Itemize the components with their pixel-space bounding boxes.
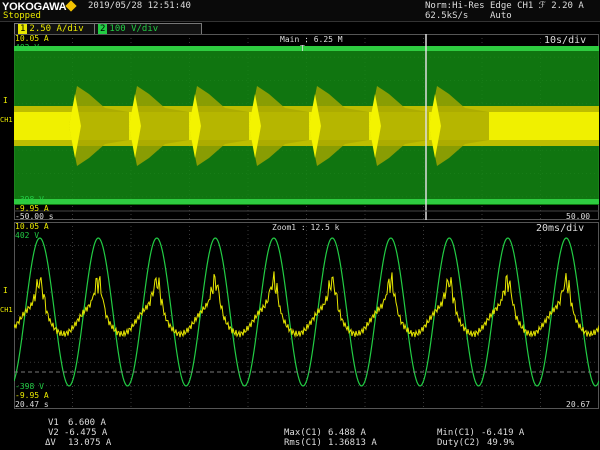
cursor-v1-value: 6.600 A [68, 418, 106, 428]
main-waveform-panel[interactable]: Main : 6.25 M 10s/div 10.05 A 402 V -398… [14, 34, 599, 220]
main-ch2-top: 402 V [15, 43, 40, 52]
measurement-area: V1 6.600 A V2 -6.475 A ΔV 13.075 A Max(C… [0, 410, 600, 450]
max-value: 6.488 A [328, 428, 366, 438]
min-value: -6.419 A [481, 428, 525, 438]
acq-mode: Norm:Hi-Res [425, 1, 485, 11]
zoom-ground-marker: I [3, 286, 8, 295]
min-label: Min(C1) [437, 428, 475, 438]
zoom-ch1-top: 10.05 A [15, 222, 49, 231]
main-timebase: 10s/div [544, 35, 587, 46]
header-divider [0, 21, 600, 22]
zoom-ch2-bottom: -398 V [15, 382, 44, 391]
zoom-waveform-plot [14, 222, 599, 409]
main-time-left: -50.00 s [15, 212, 54, 220]
cursor-dv-value: 13.075 A [68, 438, 112, 448]
cursor-v2-label: V2 [48, 428, 59, 438]
zoom-timebase: 20ms/div [536, 223, 585, 234]
duty-value: 49.9% [487, 438, 515, 448]
zoom-waveform-panel[interactable]: Zoom1 : 12.5 k 20ms/div 10.05 A 402 V -3… [14, 222, 599, 409]
status-header: YOKOGAWA Stopped 2019/05/28 12:51:40 Nor… [0, 0, 600, 22]
ch2-envelope-bottom [14, 199, 599, 204]
brand-diamond-icon [65, 0, 77, 12]
ch2-scale-suffix: /div [136, 24, 159, 34]
zoom-time-right: 20.67 s [566, 400, 591, 409]
zoom-ch2-top: 402 V [15, 231, 40, 240]
acquisition-status: Stopped [3, 11, 41, 21]
datetime: 2019/05/28 12:51:40 [88, 1, 191, 11]
main-time-right: 50.00 s [566, 212, 591, 220]
trigger-setting[interactable]: Edge CH1 ℱ 2.20 A [490, 1, 584, 11]
ch1-number: 1 [18, 24, 28, 34]
duty-label: Duty(C2) [437, 438, 481, 448]
zoom-title: Zoom1 : 12.5 k [272, 223, 340, 232]
main-title: Main : 6.25 M [280, 35, 343, 44]
main-waveform-plot [14, 34, 599, 220]
cursor-dv-label: ΔV [45, 438, 56, 448]
zoom-ch1-marker: CH1 [0, 306, 13, 314]
cursor-v1-label: V1 [48, 418, 59, 428]
main-ch1-marker: CH1 [0, 116, 13, 124]
zoom-ch1-bottom: -9.95 A [15, 391, 49, 400]
ch2-envelope-top [14, 46, 599, 51]
cursor-v2-value: -6.475 A [64, 428, 108, 438]
main-ch1-top: 10.05 A [15, 34, 49, 43]
rms-label: Rms(C1) [284, 438, 322, 448]
channel-bar: 1 2.50 A/div 2 100 V/div [14, 23, 204, 35]
trigger-mode[interactable]: Auto [490, 11, 512, 21]
rms-value: 1.36813 A [328, 438, 377, 448]
ch1-scale-suffix: /div [61, 24, 84, 34]
zoom-time-left: 20.47 s [15, 400, 49, 409]
ch2-sine-trace [14, 237, 599, 387]
ch2-number: 2 [98, 24, 108, 34]
main-ch2-bottom: -398 V [15, 195, 44, 204]
ch2-scale: 100 V [109, 24, 137, 34]
trigger-position-marker: T [300, 44, 305, 53]
ch1-current-trace [14, 271, 599, 338]
sample-rate: 62.5kS/s [425, 11, 469, 21]
main-ground-marker: I [3, 96, 8, 105]
ch1-scale: 2.50 A [29, 24, 62, 34]
max-label: Max(C1) [284, 428, 322, 438]
